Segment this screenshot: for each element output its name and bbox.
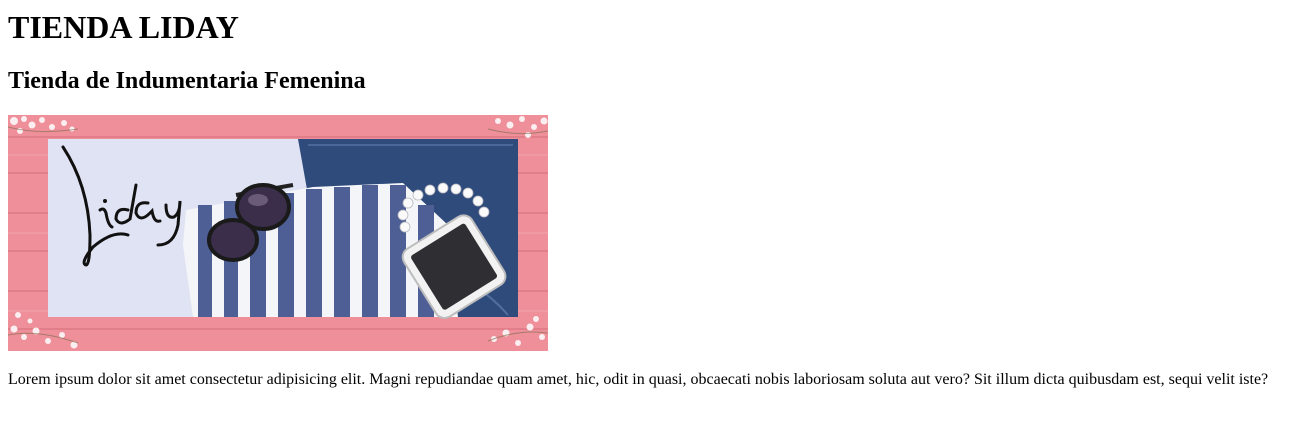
description-paragraph: Lorem ipsum dolor sit amet consectetur a… [8,371,1269,388]
store-title: TIENDA LIDAY [8,9,239,45]
store-subtitle: Tienda de Indumentaria Femenina [8,68,366,94]
banner-image [8,115,548,351]
